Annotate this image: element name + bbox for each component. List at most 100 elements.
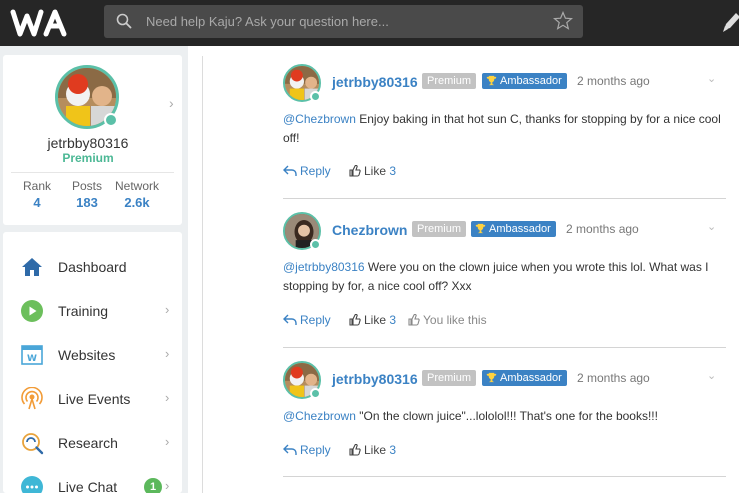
reply-button[interactable]: Reply — [283, 164, 331, 178]
thread-line — [202, 56, 203, 493]
stat-value: 2.6k — [124, 195, 150, 210]
sidebar-item-training[interactable]: Training › — [3, 291, 182, 331]
stat-value: 4 — [33, 195, 41, 210]
reply-button[interactable]: Reply — [283, 313, 331, 327]
badge-label: Ambassador — [489, 223, 551, 235]
ambassador-badge: Ambassador — [471, 221, 556, 237]
profile-card[interactable]: › jetrbby80316 Premium Rank 4 Posts 183 … — [3, 55, 182, 225]
you-like-this: You like this — [408, 313, 487, 327]
profile-username[interactable]: jetrbby80316 — [3, 135, 173, 151]
chat-icon — [21, 476, 43, 493]
thumbs-up-icon — [349, 444, 361, 456]
trophy-icon — [486, 75, 497, 86]
sidebar-nav: Dashboard Training › W Websites › Live E… — [3, 232, 182, 493]
sidebar-item-live-events[interactable]: Live Events › — [3, 379, 182, 419]
like-button[interactable]: Like 3 — [349, 164, 396, 178]
sidebar-item-label: Dashboard — [58, 259, 127, 275]
chevron-down-icon[interactable]: ⌄ — [707, 72, 716, 85]
premium-badge: Premium — [422, 73, 477, 89]
comment-time: 2 months ago — [566, 222, 639, 236]
comment-item: jetrbby80316 Premium Ambassador 2 months… — [283, 64, 726, 184]
sidebar-item-websites[interactable]: W Websites › — [3, 335, 182, 375]
comment-text: @Chezbrown Enjoy baking in that hot sun … — [283, 110, 726, 148]
search-icon — [116, 13, 132, 29]
like-button[interactable]: Like 3 — [349, 313, 396, 327]
like-label: Like — [364, 313, 387, 327]
reply-label: Reply — [300, 443, 331, 457]
reply-icon — [283, 444, 297, 455]
reply-icon — [283, 314, 297, 325]
divider — [283, 476, 726, 477]
ambassador-badge: Ambassador — [482, 370, 567, 386]
stat-value: 183 — [76, 195, 98, 210]
stat-posts[interactable]: Posts 183 — [61, 179, 113, 210]
comment-item: Chezbrown Premium Ambassador 2 months ag… — [283, 212, 726, 332]
thumbs-up-icon — [408, 314, 420, 326]
trophy-icon — [486, 372, 497, 383]
comment-time: 2 months ago — [577, 371, 650, 385]
svg-text:W: W — [27, 354, 37, 364]
profile-membership: Premium — [62, 151, 114, 165]
badge-label: Ambassador — [500, 372, 562, 384]
comment-body: "On the clown juice"...lololol!!! That's… — [355, 409, 658, 423]
divider — [11, 172, 174, 173]
wa-logo[interactable] — [10, 6, 72, 40]
reply-button[interactable]: Reply — [283, 443, 331, 457]
research-icon — [22, 433, 44, 455]
star-icon[interactable] — [553, 11, 573, 31]
like-label: Like — [364, 443, 387, 457]
trophy-icon — [475, 223, 486, 234]
stat-network[interactable]: Network 2.6k — [111, 179, 163, 210]
premium-badge: Premium — [412, 221, 467, 237]
online-status-dot — [310, 239, 321, 250]
like-count[interactable]: 3 — [389, 164, 396, 178]
stat-label: Network — [114, 179, 159, 193]
sidebar-item-label: Websites — [58, 347, 116, 363]
thumbs-up-icon — [349, 165, 361, 177]
comment-text: @jetrbby80316 Were you on the clown juic… — [283, 258, 726, 296]
sidebar-item-live-chat[interactable]: Live Chat 1 › — [3, 467, 182, 493]
comment-author[interactable]: Chezbrown — [332, 222, 407, 238]
ambassador-badge: Ambassador — [482, 73, 567, 89]
badge-label: Ambassador — [500, 75, 562, 87]
chevron-down-icon[interactable]: ⌄ — [707, 369, 716, 382]
comment-feed: jetrbby80316 Premium Ambassador 2 months… — [188, 46, 739, 493]
house-icon — [22, 258, 42, 276]
stat-rank[interactable]: Rank 4 — [11, 179, 63, 210]
sidebar-item-research[interactable]: Research › — [3, 423, 182, 463]
chevron-right-icon: › — [165, 346, 170, 361]
sidebar-item-dashboard[interactable]: Dashboard — [3, 247, 182, 287]
like-button[interactable]: Like 3 — [349, 443, 396, 457]
pencil-icon[interactable] — [720, 10, 739, 34]
broadcast-icon — [21, 387, 43, 410]
sidebar-item-label: Research — [58, 435, 118, 451]
like-count[interactable]: 3 — [389, 443, 396, 457]
reply-icon — [283, 165, 297, 176]
play-icon — [21, 300, 43, 322]
like-label: Like — [364, 164, 387, 178]
comment-text: @Chezbrown "On the clown juice"...lololo… — [283, 407, 726, 426]
mention-link[interactable]: @Chezbrown — [283, 409, 356, 423]
chevron-right-icon: › — [165, 434, 170, 449]
chevron-down-icon[interactable]: ⌄ — [707, 220, 716, 233]
sidebar-item-label: Live Events — [58, 391, 131, 407]
divider — [283, 198, 726, 199]
reply-label: Reply — [300, 164, 331, 178]
websites-icon: W — [21, 345, 43, 365]
comment-item: jetrbby80316 Premium Ambassador 2 months… — [283, 361, 726, 471]
sidebar-item-label: Live Chat — [58, 479, 118, 493]
online-status-dot — [310, 91, 321, 102]
premium-badge: Premium — [422, 370, 477, 386]
like-count[interactable]: 3 — [389, 313, 396, 327]
comment-author[interactable]: jetrbby80316 — [332, 371, 418, 387]
comment-time: 2 months ago — [577, 74, 650, 88]
search-input[interactable] — [146, 5, 536, 38]
stat-label: Posts — [71, 179, 102, 193]
comment-author[interactable]: jetrbby80316 — [332, 74, 418, 90]
notification-badge: 1 — [144, 478, 162, 493]
search-bar[interactable] — [104, 5, 583, 38]
chevron-right-icon: › — [165, 302, 170, 317]
mention-link[interactable]: @jetrbby80316 — [283, 260, 365, 274]
mention-link[interactable]: @Chezbrown — [283, 112, 356, 126]
chevron-right-icon[interactable]: › — [169, 95, 174, 111]
